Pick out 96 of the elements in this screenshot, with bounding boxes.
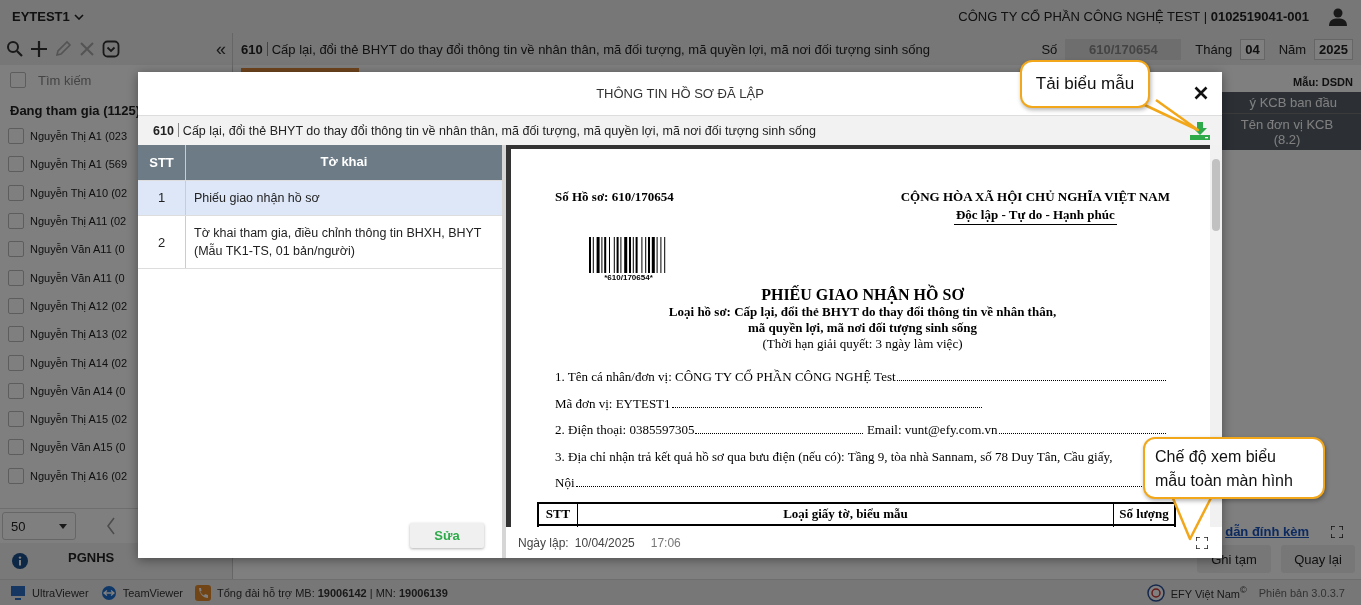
version-text: Phiên bản 3.0.3.7 bbox=[1258, 586, 1345, 599]
form-row[interactable]: 2 Tờ khai tham gia, điều chỉnh thông tin BHXH, BHYT (Mẫu TK1-TS, 01 bản/người) bbox=[138, 215, 502, 270]
action-button[interactable]: Quay lại bbox=[1281, 545, 1355, 573]
employee-name[interactable]: Nguyễn Thị A1 (569 bbox=[30, 158, 128, 171]
employee-name[interactable]: Nguyễn Thị A14 (02 bbox=[30, 356, 128, 369]
year-label: Năm bbox=[1278, 41, 1307, 57]
checkbox[interactable] bbox=[8, 241, 24, 258]
form-field-text: 1. Tên cá nhân/đơn vị: CÔNG TY CỔ PHẦN CÔNG NGHỆ Test bbox=[555, 368, 896, 386]
company-name: CÔNG TY CỔ PHẦN CÔNG NGHỆ TEST | 0102519041-001 bbox=[958, 9, 1309, 24]
select-all-checkbox[interactable] bbox=[10, 72, 26, 88]
employee-name[interactable]: Nguyễn Thị A13 (02 bbox=[30, 328, 128, 341]
caret-icon bbox=[73, 13, 84, 20]
checkbox[interactable] bbox=[8, 156, 24, 173]
form-field-text: 3. Địa chỉ nhận trả kết quả hồ sơ qua bưu điện (nếu có): Tầng 9, tòa nhà Sannam, số 78 Duy Tân, Cầu giấy, bbox=[555, 447, 1113, 466]
phone-icon bbox=[195, 584, 211, 601]
unit-selector[interactable]: EYTEST1 bbox=[12, 9, 84, 24]
info-icon[interactable] bbox=[12, 553, 28, 569]
employee-name[interactable]: Nguyễn Văn A15 (0 bbox=[30, 441, 126, 454]
download-icon[interactable] bbox=[1190, 121, 1210, 140]
close-icon[interactable] bbox=[1194, 86, 1208, 100]
document-title: PHIẾU GIAO NHẬN HỒ SƠ bbox=[760, 286, 965, 304]
time-value: 17:06 bbox=[650, 535, 681, 550]
table-header-cell-text: Số lượng bbox=[1118, 504, 1170, 523]
monitor-icon[interactable] bbox=[10, 584, 26, 601]
checkbox[interactable] bbox=[8, 439, 24, 456]
tool-link[interactable]: TeamViewer bbox=[122, 586, 183, 599]
year-field[interactable]: 2025 bbox=[1314, 38, 1353, 60]
document-subtitle: Loại hồ sơ: Cấp lại, đổi thẻ BHYT do thay đổi thông tin về nhân thân, bbox=[667, 304, 1058, 320]
employee-name[interactable]: Nguyễn Văn A14 (0 bbox=[30, 384, 126, 397]
date-value: 10/04/2025 bbox=[574, 535, 635, 550]
arrows-circle-icon[interactable] bbox=[100, 584, 117, 601]
number-label: Số bbox=[1041, 41, 1058, 57]
checkbox[interactable] bbox=[8, 354, 24, 371]
column-header: ý KCB ban đầu bbox=[1249, 95, 1337, 110]
month-field[interactable]: 04 bbox=[1240, 38, 1265, 60]
template-label: Mẫu: DSDN bbox=[1293, 76, 1353, 88]
caret-icon bbox=[59, 523, 67, 529]
fullscreen-icon[interactable] bbox=[1196, 536, 1208, 549]
collapse-button[interactable]: « bbox=[216, 38, 226, 60]
table-header-cell: Loại giấy tờ, biểu mẫu bbox=[578, 503, 1114, 524]
employee-name[interactable]: Nguyễn Thị A10 (02 bbox=[30, 186, 128, 199]
nation-heading: CỘNG HÒA XÃ HỘI CHỦ NGHĨA VIỆT NAM bbox=[900, 189, 1170, 205]
previous-page-icon[interactable] bbox=[106, 517, 116, 535]
checkbox[interactable] bbox=[8, 269, 24, 286]
column-header: Tên đơn vị KCB (8.2) bbox=[1239, 117, 1335, 147]
table-cell: 2 bbox=[138, 215, 186, 269]
edit-button[interactable]: Sửa bbox=[410, 523, 484, 548]
month-label: Tháng bbox=[1195, 41, 1233, 57]
barcode-number: *610/170654* bbox=[604, 273, 653, 282]
table-header-cell: STT bbox=[539, 503, 578, 524]
employee-name[interactable]: Nguyễn Thị A11 (02 bbox=[30, 215, 127, 228]
checkbox[interactable] bbox=[8, 213, 24, 230]
callout-bubble: Tải biểu mẫu bbox=[1020, 60, 1150, 108]
table-cell: 1 bbox=[138, 180, 186, 215]
round-logo-icon bbox=[1146, 583, 1165, 602]
form-row[interactable]: 1 Phiếu giao nhận hồ sơ bbox=[138, 180, 502, 216]
checkbox[interactable] bbox=[8, 128, 24, 145]
form-field-text: Nội bbox=[555, 474, 575, 492]
employee-name[interactable]: Nguyễn Thị A16 (02 bbox=[30, 469, 128, 482]
tool-link[interactable]: UltraViewer bbox=[32, 586, 89, 599]
date-label: Ngày lập: bbox=[518, 535, 569, 550]
checkbox[interactable] bbox=[8, 382, 24, 399]
file-number: Số Hồ sơ: 610/170654 bbox=[555, 189, 674, 205]
employee-name[interactable]: Nguyễn Thị A15 (02 bbox=[30, 413, 128, 426]
table-cell-text: Phiếu giao nhận hồ sơ bbox=[193, 189, 321, 207]
form-field-text: Email: vunt@efy.com.vn bbox=[866, 421, 998, 439]
modal-title: THÔNG TIN HỒ SƠ ĐÃ LẬP bbox=[596, 86, 764, 101]
search-field[interactable]: Tìm kiếm bbox=[36, 71, 200, 89]
search-icon[interactable] bbox=[6, 40, 24, 58]
employee-name[interactable]: Nguyễn Văn A11 (0 bbox=[30, 243, 125, 256]
scrollbar-thumb[interactable] bbox=[1212, 159, 1220, 231]
checkbox[interactable] bbox=[8, 184, 24, 201]
motto: Độc lập - Tự do - Hạnh phúc bbox=[953, 207, 1117, 225]
checkbox[interactable] bbox=[8, 297, 24, 314]
table-cell-text: Tờ khai tham gia, điều chỉnh thông tin BHXH, BHYT (Mẫu TK1-TS, 01 bản/người) bbox=[193, 224, 483, 261]
checkbox[interactable] bbox=[8, 411, 24, 428]
employee-name[interactable]: Nguyễn Thị A12 (02 bbox=[30, 299, 128, 312]
record-title: 610 Cấp lại, đổi thẻ BHYT do thay đổi thông tin về nhân thân, mã đối tượng, mã quyền lợi, mã nơi đối tượng sinh sống bbox=[153, 123, 816, 138]
checkbox[interactable] bbox=[8, 326, 24, 343]
record-title: 610 Cấp lại, đổi thẻ BHYT do thay đổi thông tin về nhân thân, mã đối tượng, mã quyền lợi, mã nơi đối tượng sinh sống bbox=[241, 41, 930, 57]
brand-name: EFY Việt Nam$^{©}$ bbox=[1170, 585, 1247, 600]
chevron-down-icon[interactable] bbox=[102, 40, 120, 58]
column-header: STT bbox=[138, 145, 186, 180]
attachment-link[interactable]: dẫn đính kèm bbox=[1225, 524, 1309, 539]
deadline-text: (Thời hạn giải quyết: 3 ngày làm việc) bbox=[761, 336, 964, 352]
page-size-select[interactable]: 50 bbox=[2, 512, 76, 540]
column-header: Tờ khai bbox=[319, 153, 369, 171]
document-subtitle: mã quyền lợi, mã nơi đối tượng sinh sống bbox=[746, 320, 979, 336]
form-field-text: 2. Điện thoại: 0385597305 bbox=[555, 421, 695, 439]
form-field-text: Mã đơn vị: EYTEST1 bbox=[555, 394, 671, 413]
plus-icon[interactable] bbox=[30, 40, 48, 58]
checkbox[interactable] bbox=[8, 467, 24, 484]
hotline-text: Tổng đài hỗ trợ MB: 19006142 | MN: 19006139 bbox=[217, 586, 448, 599]
user-icon[interactable] bbox=[1329, 7, 1347, 26]
employee-name[interactable]: Nguyễn Thị A1 (023 bbox=[30, 130, 128, 143]
employee-name[interactable]: Nguyễn Văn A11 (0 bbox=[30, 271, 125, 284]
